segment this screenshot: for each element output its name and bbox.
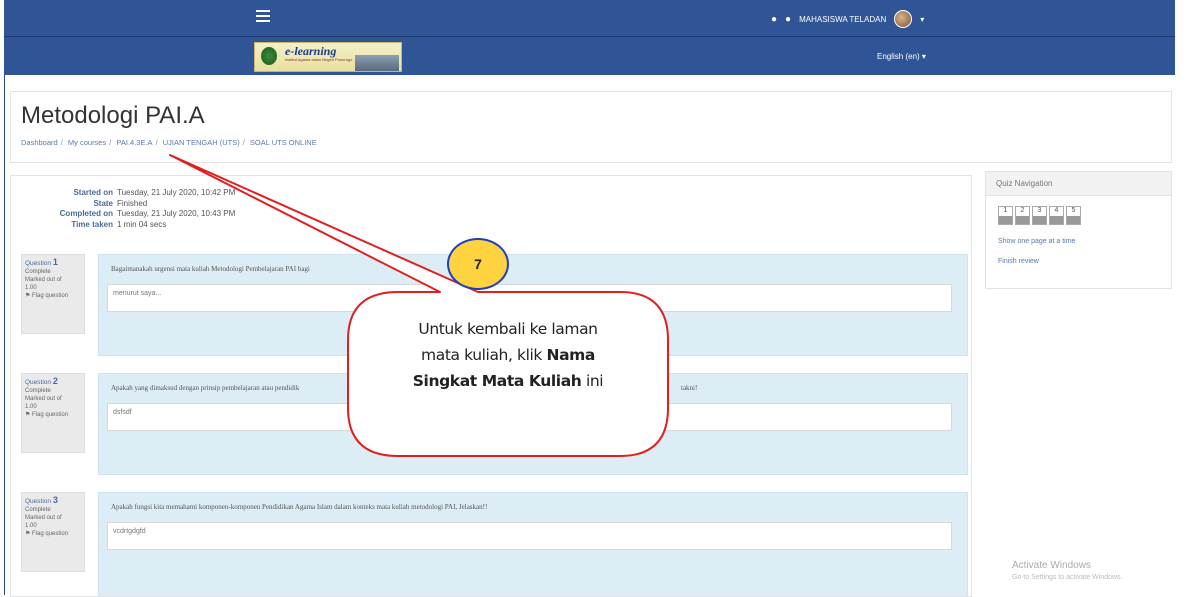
summary-value: Tuesday, 21 July 2020, 10:43 PM (117, 209, 236, 218)
site-logo[interactable]: e-learning Institut Agama Islam Negeri P… (254, 42, 402, 72)
page-header: Metodologi PAI.A Dashboard / My courses / … (10, 91, 1172, 163)
breadcrumb-quiz[interactable]: SOAL UTS ONLINE (250, 138, 317, 147)
breadcrumb: Dashboard / My courses / PAI.4.3E.A / UJIAN… (21, 138, 317, 147)
bell-icon[interactable]: ● (771, 14, 777, 25)
question-status: Complete (25, 269, 51, 275)
callout-line-3: Singkat Mata Kuliah ini (412, 372, 604, 390)
callout-line-2: mata kuliah, klik Nama (421, 346, 595, 364)
question-number: 1 (52, 257, 58, 267)
breadcrumb-separator: / (242, 138, 245, 147)
question-text-tail: takni! (681, 384, 698, 392)
quiz-navigation-title: Quiz Navigation (986, 172, 1171, 196)
watermark-subtitle: Go to Settings to activate Windows. (1012, 574, 1123, 581)
answer-box: menurut saya... (107, 284, 952, 312)
question-label: Question (25, 260, 52, 267)
quiz-nav-button[interactable]: 5 (1066, 206, 1081, 225)
quiz-nav-button[interactable]: 4 (1049, 206, 1064, 225)
breadcrumb-dashboard[interactable]: Dashboard (21, 138, 58, 147)
site-banner: e-learning Institut Agama Islam Negeri P… (4, 37, 1175, 75)
summary-value: Tuesday, 21 July 2020, 10:42 PM (117, 188, 236, 197)
summary-label: Completed on (59, 209, 113, 218)
breadcrumb-separator: / (109, 138, 112, 147)
step-number-badge: 7 (447, 238, 509, 290)
question-marked: Marked out of (25, 515, 62, 521)
question-text: Apakah fungsi kita memahami komponen-kom… (111, 503, 488, 511)
callout-text: Untuk kembali ke laman mata kuliah, klik… (352, 316, 664, 394)
quiz-nav-buttons: 1 2 3 4 5 (998, 206, 1081, 225)
top-navbar: ● ● MAHASISWA TELADAN ▾ (4, 0, 1175, 37)
question-text: Bagaimanakah urgensi mata kuliah Metodol… (111, 265, 310, 273)
summary-label: Started on (73, 188, 113, 197)
question-status: Complete (25, 388, 51, 394)
watermark-title: Activate Windows (1012, 560, 1091, 571)
flag-question-link[interactable]: ⚑ Flag question (25, 292, 81, 300)
user-menu-area: ● ● MAHASISWA TELADAN ▾ (771, 10, 924, 28)
hamburger-icon[interactable] (256, 10, 270, 24)
page-title: Metodologi PAI.A (21, 102, 205, 129)
question-text: Apakah yang dimaksud dengan prinsip pemb… (111, 384, 300, 392)
avatar[interactable] (894, 10, 913, 28)
question-number: 2 (52, 376, 58, 386)
breadcrumb-section[interactable]: UJIAN TENGAH (UTS) (163, 138, 240, 147)
windows-activation-watermark: Activate Windows Go to Settings to activ… (1012, 560, 1123, 584)
logo-subtitle: Institut Agama Islam Negeri Ponorogo (285, 57, 353, 62)
question-max-mark: 1.00 (25, 523, 37, 529)
question-max-mark: 1.00 (25, 285, 37, 291)
quiz-nav-button[interactable]: 3 (1032, 206, 1047, 225)
answer-box: dsfsdf (107, 403, 952, 431)
callout-line-1: Untuk kembali ke laman (418, 320, 598, 338)
chevron-down-icon[interactable]: ▾ (920, 15, 924, 24)
question-info-2: Question 2 Complete Marked out of 1.00 ⚑… (21, 373, 85, 453)
user-name[interactable]: MAHASISWA TELADAN (799, 15, 886, 24)
question-status: Complete (25, 507, 51, 513)
breadcrumb-separator: / (155, 138, 158, 147)
answer-box: vcdrtgdgfd (107, 522, 952, 550)
logo-building-image (355, 55, 399, 71)
question-marked: Marked out of (25, 277, 62, 283)
quiz-nav-button[interactable]: 2 (1015, 206, 1030, 225)
summary-label: Time taken (71, 219, 113, 229)
question-label: Question (25, 498, 52, 505)
breadcrumb-separator: / (60, 138, 63, 147)
question-info-3: Question 3 Complete Marked out of 1.00 ⚑… (21, 492, 85, 572)
question-content-3: Apakah fungsi kita memahami komponen-kom… (98, 492, 968, 596)
summary-value: Finished (117, 198, 148, 208)
show-one-page-link[interactable]: Show one page at a time (998, 238, 1075, 245)
question-marked: Marked out of (25, 396, 62, 402)
question-info-1: Question 1 Complete Marked out of 1.00 ⚑… (21, 254, 85, 334)
flag-question-link[interactable]: ⚑ Flag question (25, 411, 81, 419)
question-max-mark: 1.00 (25, 404, 37, 410)
summary-value: 1 min 04 secs (117, 219, 167, 229)
quiz-nav-button[interactable]: 1 (998, 206, 1013, 225)
breadcrumb-my-courses[interactable]: My courses (68, 138, 106, 147)
language-selector[interactable]: English (en) ▾ (877, 52, 926, 61)
finish-review-link[interactable]: Finish review (998, 258, 1039, 265)
flag-question-link[interactable]: ⚑ Flag question (25, 530, 81, 538)
question-label: Question (25, 379, 52, 386)
chat-icon[interactable]: ● (785, 14, 791, 25)
breadcrumb-course-shortname[interactable]: PAI.4.3E.A (116, 138, 152, 147)
question-number: 3 (52, 495, 58, 505)
logo-emblem-icon (261, 47, 277, 65)
summary-label: State (93, 198, 113, 208)
quiz-navigation-block: Quiz Navigation 1 2 3 4 5 Show one page … (985, 171, 1172, 289)
attempt-summary-table: Started on Tuesday, 21 July 2020, 10:42 P… (21, 188, 236, 230)
